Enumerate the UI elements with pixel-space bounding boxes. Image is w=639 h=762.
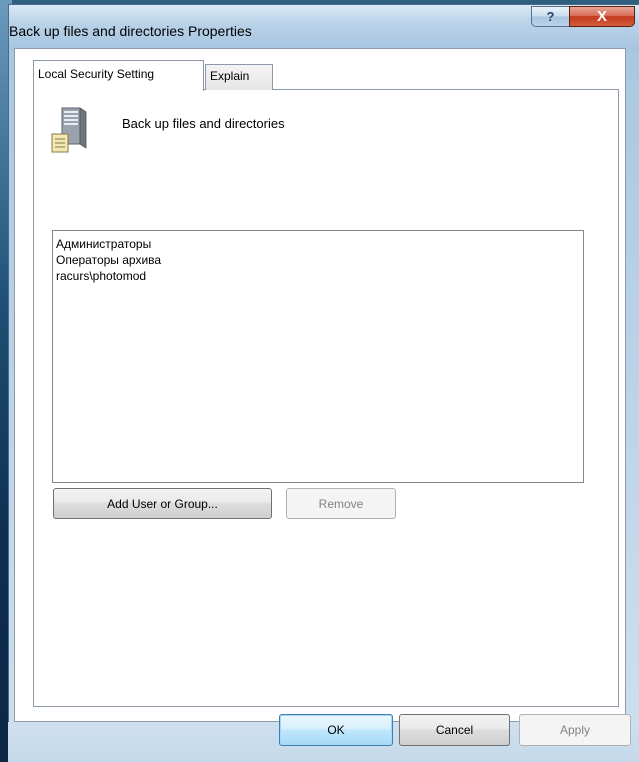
server-icon xyxy=(51,107,87,153)
close-button[interactable]: X xyxy=(569,6,635,27)
remove-button[interactable]: Remove xyxy=(286,488,396,519)
list-item[interactable]: Операторы архива xyxy=(56,252,580,268)
window-title: Back up files and directories Properties xyxy=(9,23,252,39)
help-button[interactable]: ? xyxy=(531,6,570,27)
policy-name: Back up files and directories xyxy=(122,116,285,131)
title-bar[interactable]: Back up files and directories Properties… xyxy=(9,5,639,51)
add-user-or-group-button[interactable]: Add User or Group... xyxy=(53,488,272,519)
tab-local-security-setting[interactable]: Local Security Setting xyxy=(33,60,204,91)
list-item[interactable]: racurs\photomod xyxy=(56,268,580,284)
tab-explain[interactable]: Explain xyxy=(205,64,273,90)
ok-button[interactable]: OK xyxy=(279,714,393,746)
apply-button[interactable]: Apply xyxy=(519,714,631,746)
cancel-button[interactable]: Cancel xyxy=(399,714,510,746)
close-icon: X xyxy=(596,8,607,25)
help-icon: ? xyxy=(546,9,555,24)
members-list[interactable]: Администраторы Операторы архива racurs\p… xyxy=(52,230,584,483)
list-item[interactable]: Администраторы xyxy=(56,236,580,252)
